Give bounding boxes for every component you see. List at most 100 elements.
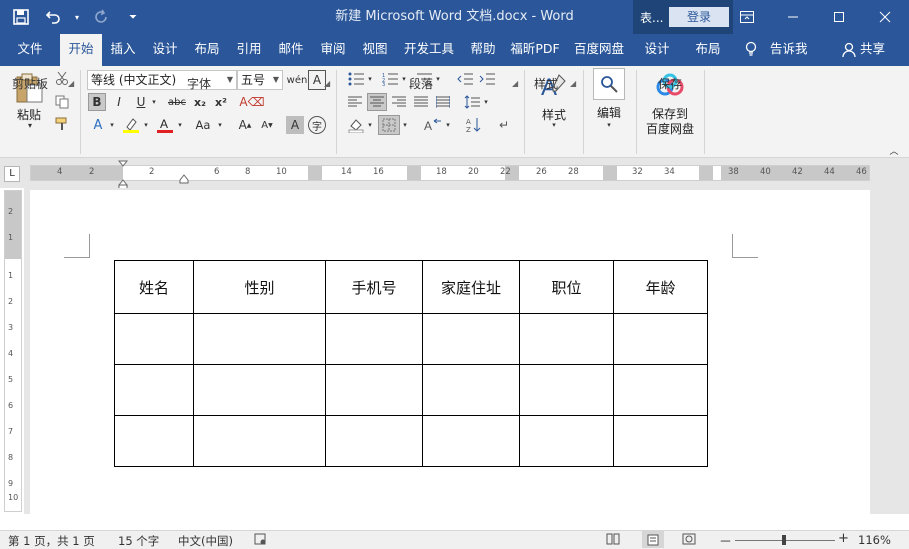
tell-me-search[interactable]: 告诉我 (770, 34, 808, 66)
table-cell[interactable] (114, 364, 194, 416)
tab-file[interactable]: 文件 (8, 34, 52, 66)
text-effects-dropdown-icon[interactable]: ▾ (108, 118, 116, 132)
zoom-slider-thumb[interactable] (782, 535, 786, 545)
paste-dropdown-icon[interactable]: ▾ (24, 120, 36, 130)
borders-dropdown-icon[interactable]: ▾ (401, 118, 409, 132)
table-cell[interactable] (193, 364, 326, 416)
table-cell[interactable] (613, 415, 708, 467)
underline-dropdown-icon[interactable]: ▾ (150, 95, 158, 109)
table-cell[interactable] (613, 364, 708, 416)
chinese-layout-icon[interactable]: A (422, 116, 444, 134)
word-count[interactable]: 15 个字 (118, 533, 159, 549)
format-painter-icon[interactable] (54, 116, 70, 132)
tab-review[interactable]: 审阅 (314, 34, 352, 66)
zoom-out-button[interactable]: － (719, 531, 732, 549)
table-header-cell[interactable]: 家庭住址 (422, 260, 520, 314)
zoom-in-button[interactable]: + (838, 531, 849, 546)
print-layout-icon[interactable] (642, 531, 664, 548)
font-name-select[interactable]: 等线 (中文正文) ▼ (87, 70, 237, 90)
table-cell[interactable] (422, 364, 520, 416)
superscript-icon[interactable]: x² (212, 93, 230, 111)
column-marker[interactable] (699, 166, 713, 180)
bullets-dropdown-icon[interactable]: ▾ (366, 72, 374, 86)
shading-icon[interactable] (346, 116, 366, 134)
font-color-icon[interactable]: A (155, 116, 175, 134)
table-cell[interactable] (325, 415, 423, 467)
document-table[interactable]: 姓名 性别 手机号 家庭住址 职位 年龄 (114, 260, 708, 467)
tab-selector-icon[interactable]: L (4, 166, 20, 182)
login-button[interactable]: 登录 (669, 7, 729, 27)
highlight-dropdown-icon[interactable]: ▾ (142, 118, 150, 132)
tab-mailings[interactable]: 邮件 (272, 34, 310, 66)
horizontal-ruler[interactable]: 4 2 2 6 8 10 14 16 18 20 22 26 28 32 34 … (30, 165, 870, 181)
line-spacing-dropdown-icon[interactable]: ▾ (482, 95, 490, 109)
page-count[interactable]: 第 1 页，共 1 页 (8, 533, 95, 549)
phonetic-guide-icon[interactable]: wén (287, 70, 308, 90)
table-header-cell[interactable]: 职位 (519, 260, 614, 314)
borders-icon[interactable] (378, 115, 400, 135)
chinese-layout-dropdown-icon[interactable]: ▾ (444, 118, 452, 132)
strikethrough-icon[interactable]: abc (166, 93, 188, 111)
editing-dropdown-icon[interactable]: ▾ (604, 120, 614, 130)
tab-foxit-pdf[interactable]: 福昕PDF (506, 34, 564, 66)
save-to-netdisk-line2[interactable]: 百度网盘 (642, 120, 698, 137)
decrease-indent-icon[interactable] (455, 70, 475, 88)
tab-developer[interactable]: 开发工具 (398, 34, 460, 66)
macro-recording-icon[interactable] (254, 533, 266, 548)
table-cell[interactable] (325, 313, 423, 365)
column-marker[interactable] (603, 166, 617, 180)
tab-insert[interactable]: 插入 (104, 34, 142, 66)
clipboard-launcher-icon[interactable]: ◢ (68, 79, 74, 88)
read-mode-icon[interactable] (606, 533, 620, 548)
zoom-level[interactable]: 116% (858, 533, 891, 547)
tab-references[interactable]: 引用 (230, 34, 268, 66)
tab-baidu-netdisk[interactable]: 百度网盘 (568, 34, 630, 66)
font-size-select[interactable]: 五号 ▼ (237, 70, 283, 90)
shrink-font-icon[interactable]: A ▼ (258, 116, 276, 134)
increase-indent-icon[interactable] (477, 70, 497, 88)
person-icon[interactable] (842, 34, 856, 66)
italic-icon[interactable]: I (110, 93, 128, 111)
save-icon[interactable] (8, 4, 34, 30)
table-cell[interactable] (422, 415, 520, 467)
text-effects-icon[interactable]: A (88, 116, 108, 134)
minimize-icon[interactable] (770, 0, 816, 34)
grow-font-icon[interactable]: A ▲ (236, 116, 254, 134)
table-cell[interactable] (114, 415, 194, 467)
table-header-cell[interactable]: 年龄 (613, 260, 708, 314)
maximize-icon[interactable] (816, 0, 862, 34)
customize-toolbar-icon[interactable]: ⏷ (120, 4, 146, 30)
table-cell[interactable] (613, 313, 708, 365)
copy-icon[interactable] (54, 94, 70, 110)
close-icon[interactable] (862, 0, 908, 34)
collapse-ribbon-icon[interactable]: ︿ (887, 144, 901, 157)
hanging-indent-marker-icon[interactable] (179, 174, 189, 184)
distributed-icon[interactable] (434, 93, 452, 111)
table-cell[interactable] (519, 364, 614, 416)
change-case-dropdown-icon[interactable]: ▾ (216, 118, 224, 132)
font-launcher-icon[interactable]: ◢ (324, 79, 330, 88)
numbering-dropdown-icon[interactable]: ▾ (400, 72, 408, 86)
shading-dropdown-icon[interactable]: ▾ (366, 118, 374, 132)
table-cell[interactable] (422, 313, 520, 365)
lightbulb-icon[interactable] (744, 34, 758, 66)
table-header-cell[interactable]: 姓名 (114, 260, 194, 314)
show-marks-icon[interactable]: ↵ (495, 116, 513, 134)
table-cell[interactable] (193, 415, 326, 467)
numbering-icon[interactable]: 123 (380, 70, 400, 88)
tab-view[interactable]: 视图 (356, 34, 394, 66)
column-marker[interactable] (407, 166, 421, 180)
language-indicator[interactable]: 中文(中国) (178, 533, 233, 549)
table-cell[interactable] (114, 313, 194, 365)
table-cell[interactable] (325, 364, 423, 416)
align-right-icon[interactable] (390, 93, 408, 111)
font-color-dropdown-icon[interactable]: ▾ (176, 118, 184, 132)
paragraph-launcher-icon[interactable]: ◢ (512, 79, 518, 88)
editing-button[interactable]: 编辑 (589, 104, 629, 121)
column-marker[interactable] (308, 166, 322, 180)
multilevel-list-dropdown-icon[interactable]: ▾ (434, 72, 442, 86)
table-header-cell[interactable]: 手机号 (325, 260, 423, 314)
styles-dropdown-icon[interactable]: ▾ (549, 120, 559, 130)
table-cell[interactable] (519, 415, 614, 467)
character-shading-icon[interactable]: A (286, 116, 304, 134)
